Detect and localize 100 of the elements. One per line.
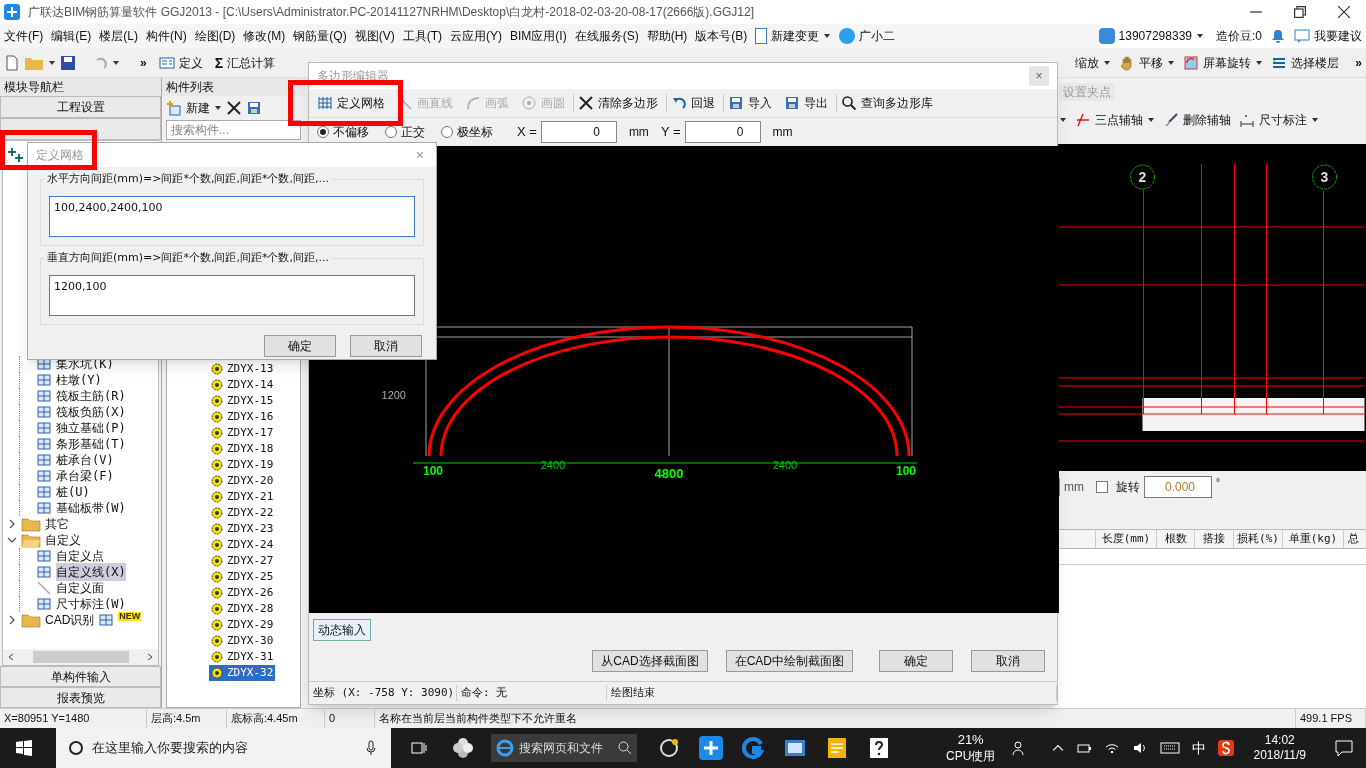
help-icon[interactable] — [867, 736, 891, 760]
tree-item[interactable]: CAD识别 — [45, 611, 95, 629]
component-item[interactable]: ZDYX-20 — [209, 472, 276, 490]
sogou-icon[interactable] — [1217, 740, 1234, 756]
tree-item[interactable]: 承台梁(F) — [56, 467, 114, 485]
radio-button[interactable] — [317, 126, 329, 138]
tree-item[interactable]: 柱墩(Y) — [56, 371, 102, 389]
browser-search-field[interactable]: 搜索网页和文件 — [491, 734, 637, 762]
tree-item[interactable]: 尺寸标注(W) — [56, 595, 126, 613]
coordinate-field[interactable]: 0 — [684, 121, 761, 143]
account-phone[interactable]: 13907298339 — [1118, 27, 1192, 45]
component-item[interactable]: ZDYX-13 — [209, 360, 276, 378]
component-item[interactable]: ZDYX-24 — [209, 536, 276, 554]
workspace-tool[interactable]: 删除辅轴 — [1163, 111, 1231, 129]
radio-button[interactable] — [441, 126, 453, 138]
component-item[interactable]: ZDYX-27 — [209, 552, 276, 570]
nav-button[interactable]: 单构件输入 — [0, 666, 161, 687]
taskbar-search[interactable]: 在这里输入你要搜索的内容 — [56, 728, 391, 768]
tree-item[interactable]: 筏板主筋(R) — [56, 387, 126, 405]
component-item[interactable]: ZDYX-19 — [209, 456, 276, 474]
windows-logo-icon[interactable] — [16, 740, 32, 756]
dialog-button[interactable]: 取消 — [350, 335, 422, 357]
horizontal-scrollbar[interactable] — [3, 649, 158, 665]
tree-item[interactable]: 桩(U) — [56, 483, 90, 501]
menu-item[interactable]: 绘图(D) — [190, 27, 240, 45]
toolbar-button[interactable]: Σ 汇总计算 — [214, 53, 276, 72]
editor-tool[interactable]: 查询多边形库 — [836, 94, 937, 112]
search-field[interactable]: 搜索构件... — [166, 120, 301, 140]
dialog-button[interactable]: 取消 — [971, 650, 1045, 672]
chevron-right-icon[interactable] — [146, 653, 154, 661]
dynamic-input-tab[interactable]: 动态输入 — [313, 619, 371, 641]
toolbar-button[interactable]: 选择楼层 — [1271, 53, 1340, 72]
menu-item[interactable]: 帮助(H) — [642, 27, 692, 45]
component-item[interactable]: ZDYX-23 — [209, 520, 276, 538]
assistant-link[interactable]: 广小二 — [855, 27, 900, 45]
menu-item[interactable]: 楼层(L) — [95, 27, 142, 45]
toolbar-button[interactable]: 平移 — [1119, 53, 1176, 72]
clock-date[interactable]: 2018/11/9 — [1253, 748, 1306, 763]
tree-item[interactable]: 条形基础(T) — [56, 435, 126, 453]
editor-tool[interactable]: 导入 — [723, 94, 776, 112]
new-change-menu[interactable]: 新建变更 — [767, 27, 824, 45]
workspace-tool[interactable]: 三点辅轴 — [1075, 111, 1155, 129]
tree-item[interactable]: 基础板带(W) — [56, 499, 126, 517]
component-item[interactable]: ZDYX-25 — [209, 568, 276, 586]
radio-button[interactable] — [385, 126, 397, 138]
editor-tool[interactable]: 定义网格 — [313, 94, 389, 112]
toolbar-button[interactable]: 屏幕旋转 — [1183, 53, 1264, 72]
component-item[interactable]: ZDYX-30 — [209, 632, 276, 650]
component-item[interactable]: ZDYX-18 — [209, 440, 276, 458]
toolbar-button[interactable]: 定义 — [158, 53, 203, 72]
dialog-button[interactable]: 确定 — [879, 650, 953, 672]
editor-tool[interactable]: 导出 — [780, 94, 832, 112]
new-button[interactable]: 新建 — [186, 99, 210, 117]
menu-item[interactable]: 构件(N) — [142, 27, 191, 45]
pinwheel-icon[interactable] — [451, 736, 475, 760]
chevron-right-icon[interactable] — [7, 519, 17, 529]
g-logo-icon[interactable] — [741, 736, 765, 760]
close-button[interactable]: × — [1029, 66, 1049, 86]
dialog-button[interactable]: 确定 — [264, 335, 336, 357]
component-item[interactable]: ZDYX-28 — [209, 600, 276, 618]
bell-icon[interactable] — [1270, 28, 1286, 44]
component-item[interactable]: ZDYX-31 — [209, 648, 276, 666]
menu-item[interactable]: 工具(T) — [398, 27, 446, 45]
notification-icon[interactable] — [1334, 738, 1354, 758]
menu-item[interactable]: 修改(M) — [239, 27, 290, 45]
editor-tool[interactable]: 回退 — [666, 94, 719, 112]
menu-item[interactable]: 云应用(Y) — [446, 27, 506, 45]
component-item[interactable]: ZDYX-17 — [209, 424, 276, 442]
rotate-checkbox[interactable] — [1096, 481, 1108, 493]
component-item[interactable]: ZDYX-15 — [209, 392, 276, 410]
nav-button[interactable]: 工程设置 — [0, 96, 161, 118]
component-item[interactable]: ZDYX-16 — [209, 408, 276, 426]
clock-time[interactable]: 14:02 — [1264, 733, 1295, 748]
component-item[interactable]: ZDYX-32 — [209, 664, 276, 682]
tree-item[interactable]: 自定义 — [45, 531, 81, 549]
toolbar-overflow[interactable]: » — [140, 53, 147, 72]
tree-item[interactable]: 自定义面 — [56, 579, 104, 597]
component-item[interactable]: ZDYX-21 — [209, 488, 276, 506]
chevron-left-icon[interactable] — [7, 653, 15, 661]
menu-item[interactable]: 在线服务(S) — [570, 27, 643, 45]
workspace-tool[interactable]: 尺寸标注 — [1239, 111, 1319, 129]
component-item[interactable]: ZDYX-14 — [209, 376, 276, 394]
coordinate-field[interactable]: 0 — [540, 121, 617, 143]
rotate-field[interactable]: 0.000 — [1144, 476, 1212, 498]
tree-item[interactable]: 独立基础(P) — [56, 419, 126, 437]
nav-button[interactable]: 报表预览 — [0, 687, 161, 708]
tree-item[interactable]: 自定义点 — [56, 547, 104, 565]
menu-item[interactable]: 文件(F) — [0, 27, 48, 45]
chevron-up-icon[interactable] — [1051, 742, 1064, 754]
new-file-icon[interactable] — [4, 54, 20, 71]
chevron-down-icon[interactable] — [7, 535, 17, 545]
component-item[interactable]: ZDYX-26 — [209, 584, 276, 602]
chevron-right-icon[interactable] — [7, 615, 17, 625]
save-icon[interactable] — [60, 54, 76, 71]
input-method[interactable]: 中 — [1191, 737, 1206, 759]
component-item[interactable]: ZDYX-22 — [209, 504, 276, 522]
tree-item[interactable]: 自定义线(X) — [56, 563, 126, 581]
menu-item[interactable]: 编辑(E) — [47, 27, 96, 45]
spacing-field[interactable]: 1200,100 — [49, 275, 415, 316]
menu-item[interactable]: 版本号(B) — [691, 27, 752, 45]
